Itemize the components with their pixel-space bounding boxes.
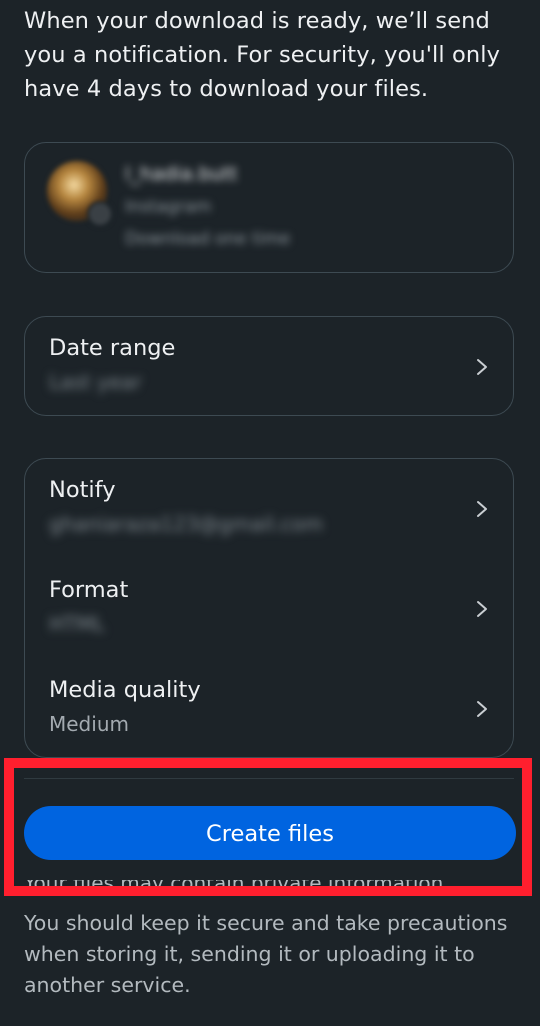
date-range-value: Last year xyxy=(49,370,142,394)
notify-email-value: ghaniaraza123@gmail.com xyxy=(49,512,324,536)
format-label: Format xyxy=(49,577,129,603)
notify-label: Notify xyxy=(49,477,116,503)
footer-partial-text: Your files may contain private informati… xyxy=(24,880,450,895)
chevron-right-icon xyxy=(475,499,489,519)
chevron-right-icon xyxy=(475,357,489,377)
media-quality-value: Medium xyxy=(49,712,129,736)
chevron-right-icon xyxy=(475,699,489,719)
footer-partial-line: Your files may contain private informati… xyxy=(24,880,514,896)
account-download-note: Download one time xyxy=(125,229,291,249)
account-card: l_hadia.butt Instagram Download one time xyxy=(24,142,514,273)
format-value: HTML xyxy=(49,612,105,636)
account-name: l_hadia.butt xyxy=(125,163,238,185)
media-quality-label: Media quality xyxy=(49,677,201,703)
download-info-screen: When your download is ready, we’ll send … xyxy=(0,0,540,1026)
account-source: Instagram xyxy=(125,197,212,217)
date-range-label: Date range xyxy=(49,335,176,361)
download-settings-card: Notify ghaniaraza123@gmail.com Format HT… xyxy=(24,458,514,758)
download-intro-text: When your download is ready, we’ll send … xyxy=(24,8,500,102)
notify-row[interactable]: Notify ghaniaraza123@gmail.com xyxy=(25,459,513,559)
create-files-button[interactable]: Create files xyxy=(24,806,516,860)
chevron-right-icon xyxy=(475,599,489,619)
date-range-card: Date range Last year xyxy=(24,316,514,416)
divider xyxy=(24,778,514,779)
date-range-row[interactable]: Date range Last year xyxy=(25,317,513,417)
format-row[interactable]: Format HTML xyxy=(25,559,513,659)
security-footer-text: You should keep it secure and take preca… xyxy=(24,911,508,997)
media-quality-row[interactable]: Media quality Medium xyxy=(25,659,513,757)
instagram-badge-icon xyxy=(87,201,113,227)
